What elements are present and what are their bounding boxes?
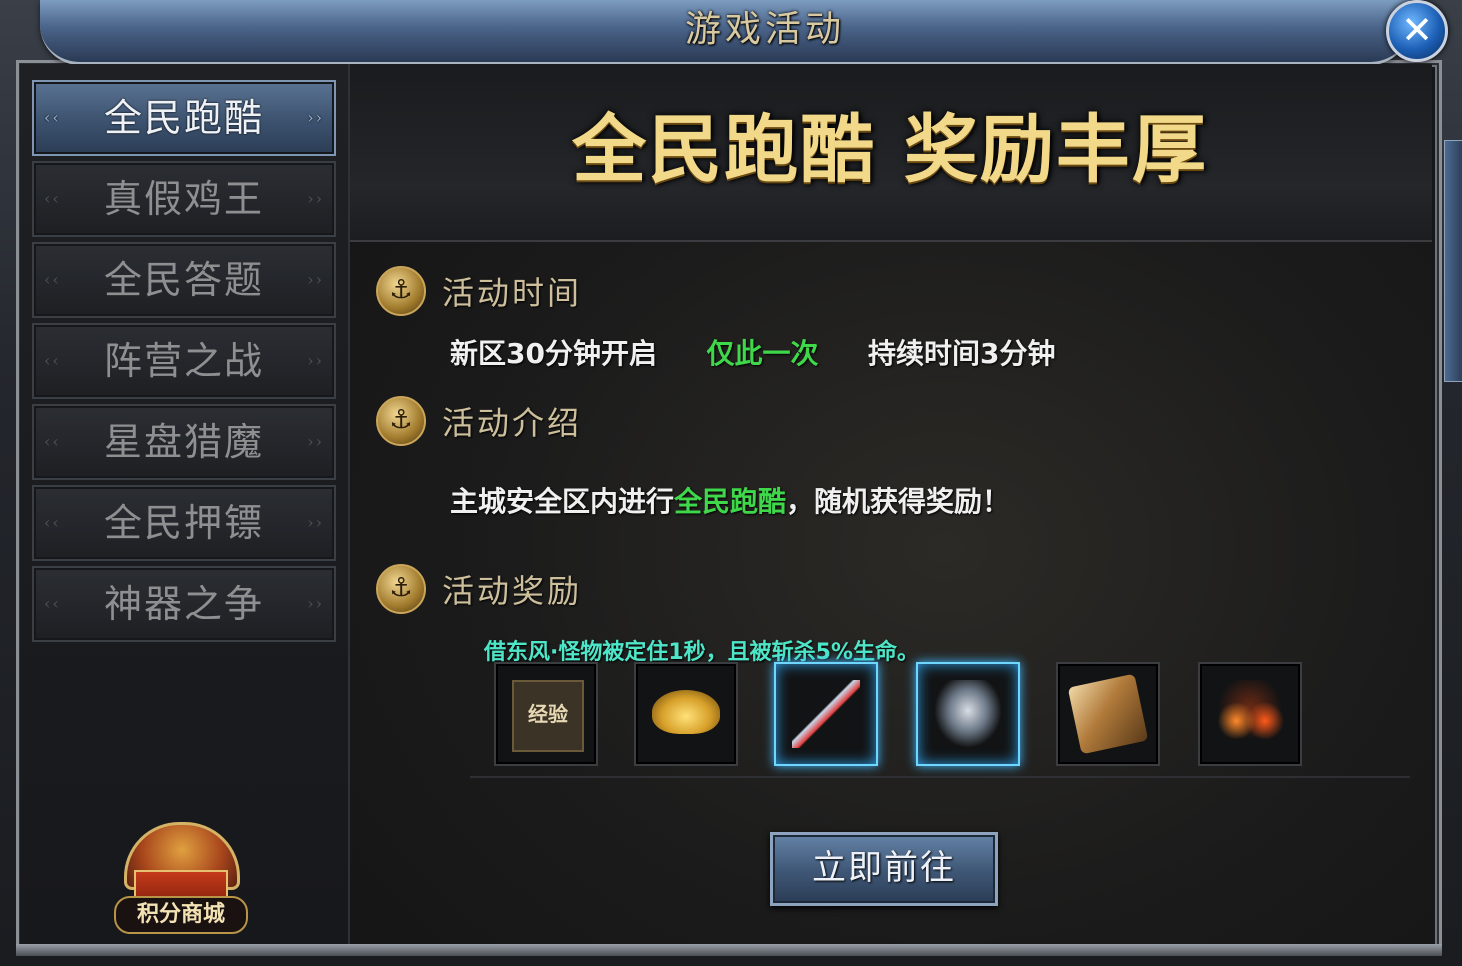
close-button[interactable]: ✕	[1386, 0, 1448, 62]
title-bar: 游戏活动	[40, 0, 1410, 65]
sidebar-item-label: 全民押镖	[103, 501, 264, 545]
shop-label: 积分商城	[114, 896, 248, 934]
sidebar-item-escort[interactable]: ‹‹ 全民押镖 ››	[32, 485, 336, 561]
reward-slot-sword[interactable]	[774, 662, 878, 766]
ornament-left-icon: ‹‹	[44, 594, 61, 613]
sword-icon	[792, 680, 860, 748]
sidebar-item-quiz[interactable]: ‹‹ 全民答题 ››	[32, 242, 336, 318]
sidebar-item-chicken-king[interactable]: ‹‹ 真假鸡王 ››	[32, 161, 336, 237]
gold-ingot-icon	[652, 690, 720, 734]
side-edge-decoration	[1444, 140, 1462, 382]
flame-bike-icon	[1216, 680, 1284, 748]
reward-slot-exp[interactable]: 经验	[494, 662, 598, 766]
ornament-left-icon: ‹‹	[44, 270, 61, 289]
intro-suffix: ，随机获得奖励！	[786, 485, 1011, 518]
sidebar-item-artifact-war[interactable]: ‹‹ 神器之争 ››	[32, 566, 336, 642]
activity-content: 全民跑酷 奖励丰厚 ⚓ 活动时间 新区30分钟开启 仅此一次 持续时间3分钟 ⚓…	[350, 64, 1432, 944]
bottom-border	[16, 944, 1442, 956]
section-title-intro: 活动介绍	[442, 404, 583, 442]
banner-title: 全民跑酷 奖励丰厚	[572, 107, 1208, 193]
section-title-time: 活动时间	[442, 274, 583, 312]
banner: 全民跑酷 奖励丰厚	[350, 64, 1432, 242]
ornament-right-icon: ››	[307, 432, 324, 451]
ornament-right-icon: ››	[307, 513, 324, 532]
ornament-right-icon: ››	[307, 108, 324, 127]
sidebar-item-label: 阵营之战	[103, 339, 264, 383]
points-shop-button[interactable]: 积分商城	[114, 820, 254, 940]
anchor-emblem-icon: ⚓	[376, 564, 426, 614]
sidebar-item-label: 全民跑酷	[103, 96, 264, 140]
ornament-right-icon: ››	[307, 351, 324, 370]
sidebar-item-faction-war[interactable]: ‹‹ 阵营之战 ››	[32, 323, 336, 399]
anchor-emblem-icon: ⚓	[376, 396, 426, 446]
time-description: 新区30分钟开启 仅此一次 持续时间3分钟	[450, 332, 1055, 372]
close-icon: ✕	[1401, 8, 1433, 52]
anchor-emblem-icon: ⚓	[376, 266, 426, 316]
window-title: 游戏活动	[684, 9, 845, 50]
sidebar-item-label: 真假鸡王	[103, 177, 264, 221]
angel-statue-icon	[934, 680, 1002, 748]
go-now-button[interactable]: 立即前往	[770, 832, 998, 906]
sidebar-item-parkour[interactable]: ‹‹ 全民跑酷 ››	[32, 80, 336, 156]
ornament-left-icon: ‹‹	[44, 108, 61, 127]
intro-prefix: 主城安全区内进行	[450, 485, 675, 518]
scroll-icon	[1067, 673, 1149, 755]
open-time-text: 新区30分钟开启	[450, 337, 657, 370]
ornament-left-icon: ‹‹	[44, 189, 61, 208]
once-only-text: 仅此一次	[706, 337, 819, 370]
reward-slot-bike[interactable]	[1198, 662, 1302, 766]
sidebar-item-demon-hunt[interactable]: ‹‹ 星盘猎魔 ››	[32, 404, 336, 480]
sidebar-item-label: 神器之争	[103, 582, 264, 626]
activity-sidebar: ‹‹ 全民跑酷 ›› ‹‹ 真假鸡王 ›› ‹‹ 全民答题 ›› ‹‹ 阵营之战…	[20, 64, 350, 944]
duration-text: 持续时间3分钟	[867, 337, 1056, 370]
intro-highlight: 全民跑酷	[674, 485, 787, 518]
ornament-right-icon: ››	[307, 270, 324, 289]
ornament-right-icon: ››	[307, 189, 324, 208]
ornament-left-icon: ‹‹	[44, 351, 61, 370]
intro-description: 主城安全区内进行全民跑酷，随机获得奖励！	[450, 480, 1010, 520]
ornament-left-icon: ‹‹	[44, 432, 61, 451]
exp-icon: 经验	[512, 680, 584, 752]
reward-slot-gold[interactable]	[634, 662, 738, 766]
sidebar-item-label: 全民答题	[103, 258, 264, 302]
reward-slot-statue[interactable]	[916, 662, 1020, 766]
reward-divider	[470, 776, 1410, 778]
ornament-left-icon: ‹‹	[44, 513, 61, 532]
ornament-right-icon: ››	[307, 594, 324, 613]
reward-slot-scroll[interactable]	[1056, 662, 1160, 766]
sidebar-item-label: 星盘猎魔	[103, 420, 264, 464]
section-title-reward: 活动奖励	[442, 572, 583, 610]
